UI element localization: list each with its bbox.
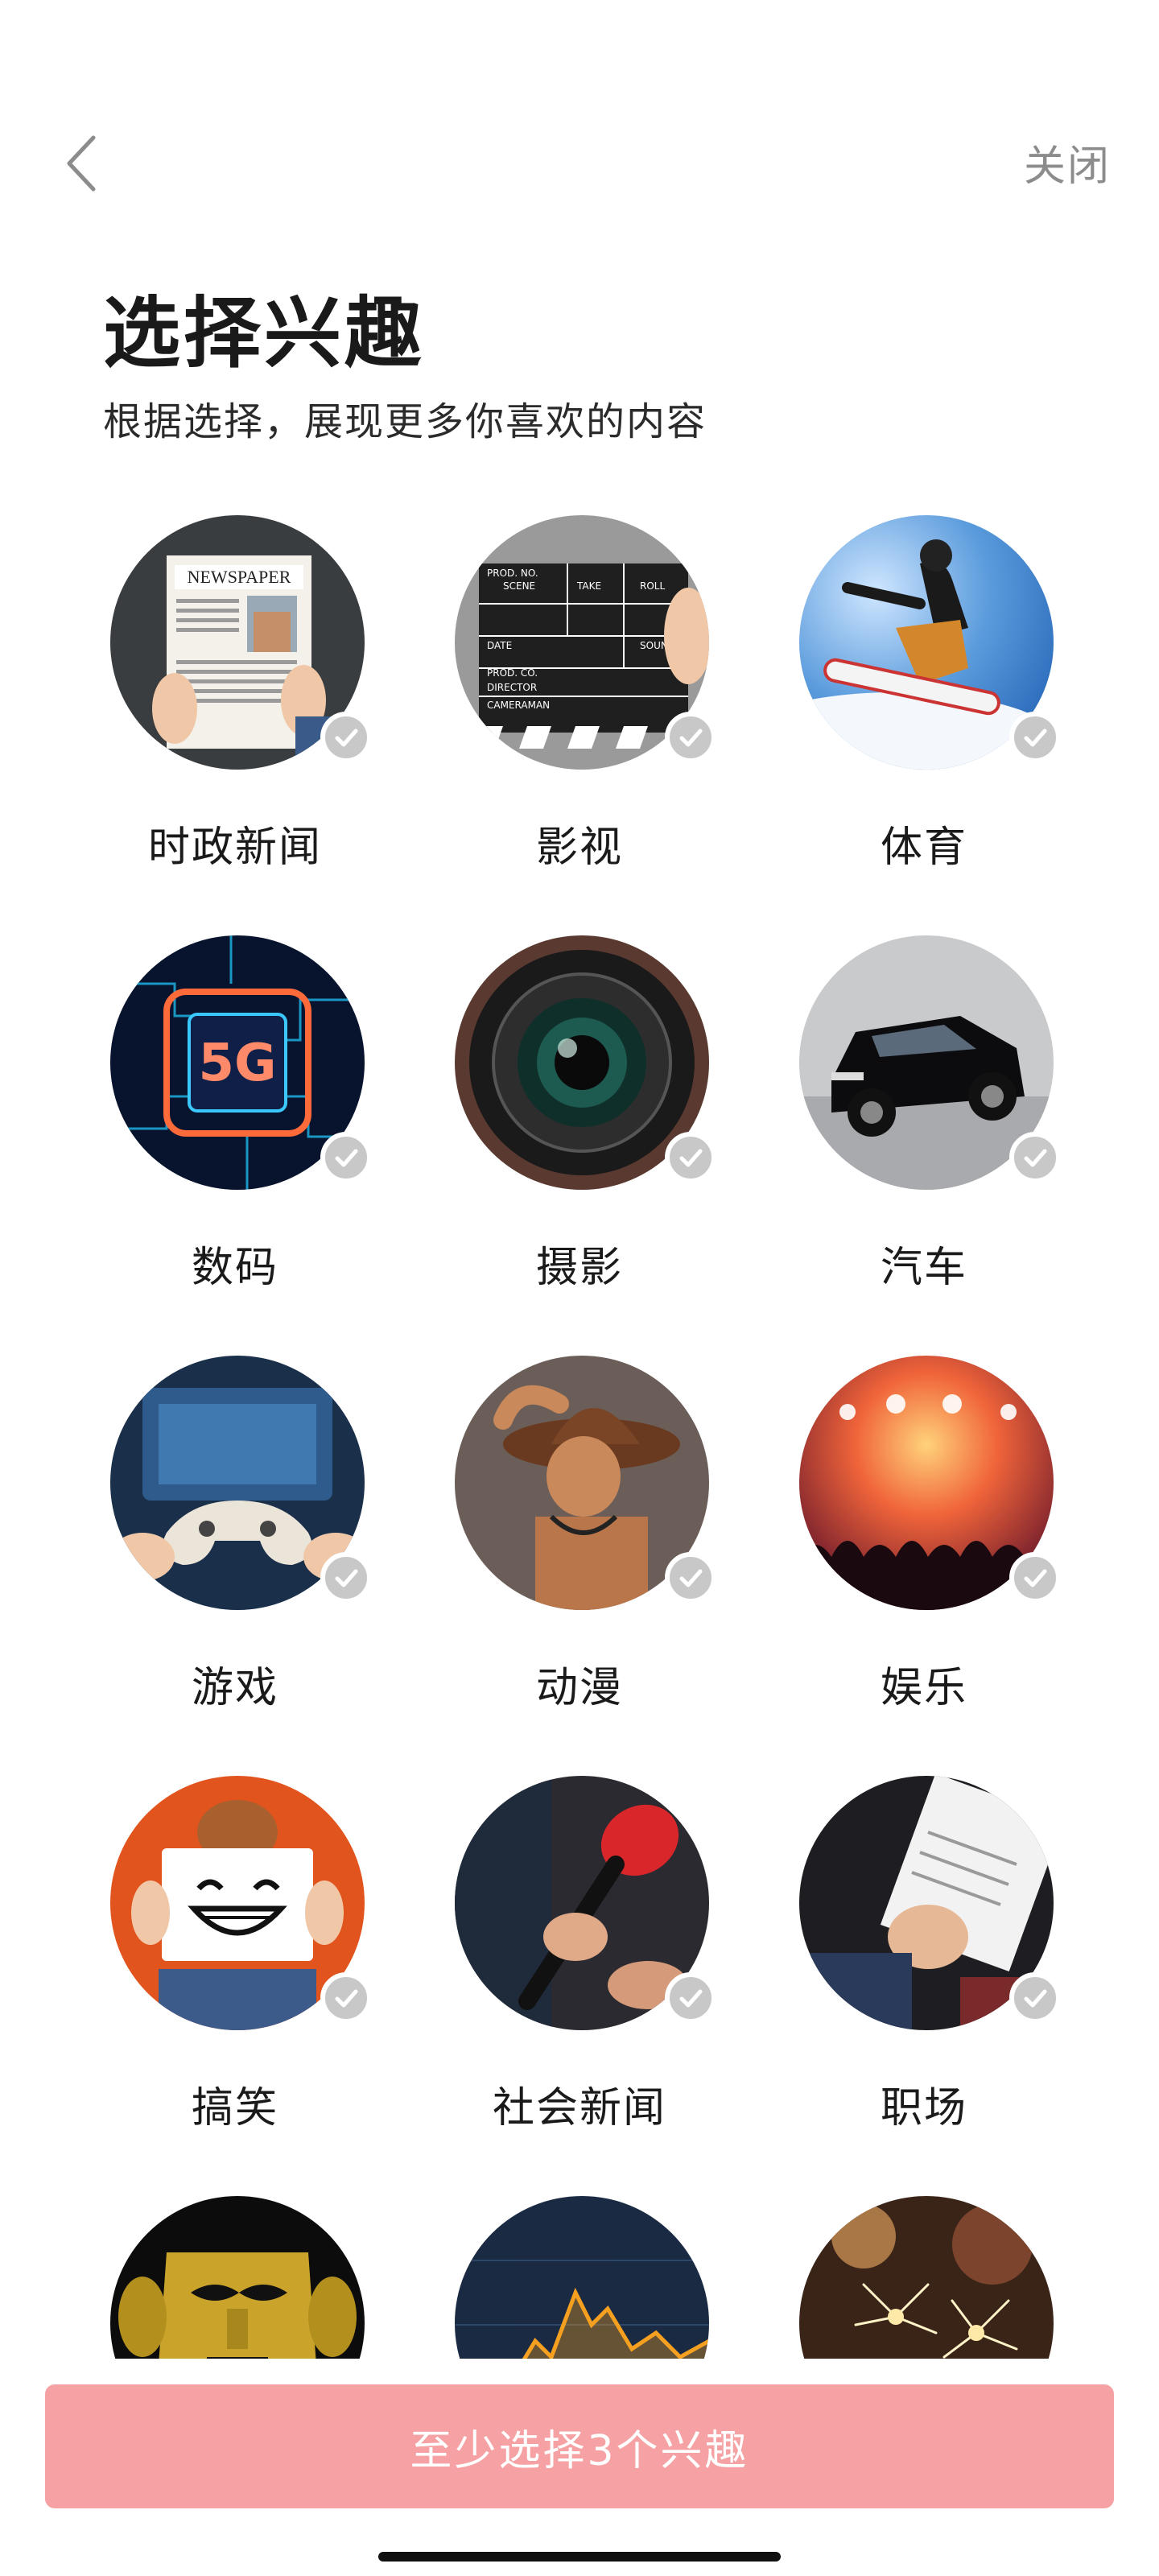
home-indicator bbox=[378, 2552, 781, 2562]
svg-text:TAKE: TAKE bbox=[576, 580, 601, 592]
unchecked-icon[interactable] bbox=[320, 1132, 372, 1183]
svg-text:PROD. CO.: PROD. CO. bbox=[487, 667, 538, 679]
svg-text:DATE: DATE bbox=[487, 640, 512, 651]
interest-item[interactable] bbox=[66, 2188, 404, 2359]
unchecked-icon[interactable] bbox=[1009, 1552, 1061, 1604]
unchecked-icon[interactable] bbox=[665, 1132, 716, 1183]
chevron-left-icon bbox=[67, 135, 96, 192]
interest-item[interactable]: 摄影 bbox=[410, 927, 749, 1330]
unchecked-icon[interactable] bbox=[665, 1552, 716, 1604]
interest-item[interactable]: 体育 bbox=[755, 507, 1093, 910]
svg-text:ROLL: ROLL bbox=[640, 580, 665, 592]
interest-item[interactable]: 动漫 bbox=[410, 1348, 749, 1750]
sparklers-image[interactable] bbox=[799, 2196, 1054, 2359]
interest-label: 职场 bbox=[880, 2084, 967, 2132]
stock-chart-image[interactable] bbox=[455, 2196, 709, 2359]
interest-item[interactable] bbox=[755, 2188, 1093, 2359]
unchecked-icon[interactable] bbox=[665, 1972, 716, 2024]
interest-item[interactable]: 搞笑 bbox=[66, 1768, 404, 2170]
interest-label: 摄影 bbox=[535, 1244, 623, 1292]
unchecked-icon[interactable] bbox=[1009, 712, 1061, 763]
interest-item[interactable]: 娱乐 bbox=[755, 1348, 1093, 1750]
interest-item[interactable]: 职场 bbox=[755, 1768, 1093, 2170]
page-subtitle: 根据选择，展现更多你喜欢的内容 bbox=[103, 399, 707, 444]
interest-item[interactable]: PROD. NO. SCENE TAKE ROLL DATE SOUND PROD. … bbox=[410, 507, 749, 910]
svg-text:CAMERAMAN: CAMERAMAN bbox=[487, 700, 550, 711]
interest-label: 影视 bbox=[535, 824, 623, 872]
interest-item[interactable]: 社会新闻 bbox=[410, 1768, 749, 2170]
interest-grid: NEWSPAPER 时政新闻 PROD. NO. SCENE TAKE ROLL… bbox=[0, 507, 1159, 2359]
unchecked-icon[interactable] bbox=[320, 712, 372, 763]
unchecked-icon[interactable] bbox=[665, 712, 716, 763]
svg-text:5G: 5G bbox=[198, 1034, 276, 1093]
interest-label: 搞笑 bbox=[191, 2084, 278, 2132]
unchecked-icon[interactable] bbox=[1009, 1972, 1061, 2024]
close-button[interactable]: 关闭 bbox=[1024, 132, 1111, 192]
interest-item[interactable]: 5G 数码 bbox=[66, 927, 404, 1330]
top-bar: 关闭 bbox=[0, 113, 1159, 209]
back-button[interactable] bbox=[45, 127, 118, 200]
interest-label: 数码 bbox=[191, 1244, 278, 1292]
unchecked-icon[interactable] bbox=[320, 1972, 372, 2024]
interest-label: 体育 bbox=[880, 824, 967, 872]
interest-item[interactable]: NEWSPAPER 时政新闻 bbox=[66, 507, 404, 910]
unchecked-icon[interactable] bbox=[320, 1552, 372, 1604]
svg-text:SCENE: SCENE bbox=[503, 580, 535, 592]
interest-label: 娱乐 bbox=[880, 1664, 967, 1712]
interest-label: 社会新闻 bbox=[492, 2084, 666, 2132]
svg-text:PROD. NO.: PROD. NO. bbox=[487, 568, 538, 579]
interest-label: 游戏 bbox=[191, 1664, 278, 1712]
submit-interests-button[interactable]: 至少选择3个兴趣 bbox=[45, 2384, 1114, 2508]
page-title: 选择兴趣 bbox=[103, 288, 425, 378]
interest-item[interactable]: 游戏 bbox=[66, 1348, 404, 1750]
golden-mask-image[interactable] bbox=[110, 2196, 365, 2359]
unchecked-icon[interactable] bbox=[1009, 1132, 1061, 1183]
interest-item[interactable]: 汽车 bbox=[755, 927, 1093, 1330]
svg-text:NEWSPAPER: NEWSPAPER bbox=[188, 567, 291, 587]
interest-label: 汽车 bbox=[880, 1244, 967, 1292]
interest-item[interactable] bbox=[410, 2188, 749, 2359]
interest-label: 动漫 bbox=[535, 1664, 623, 1712]
svg-text:DIRECTOR: DIRECTOR bbox=[487, 682, 537, 693]
interest-label: 时政新闻 bbox=[147, 824, 322, 872]
